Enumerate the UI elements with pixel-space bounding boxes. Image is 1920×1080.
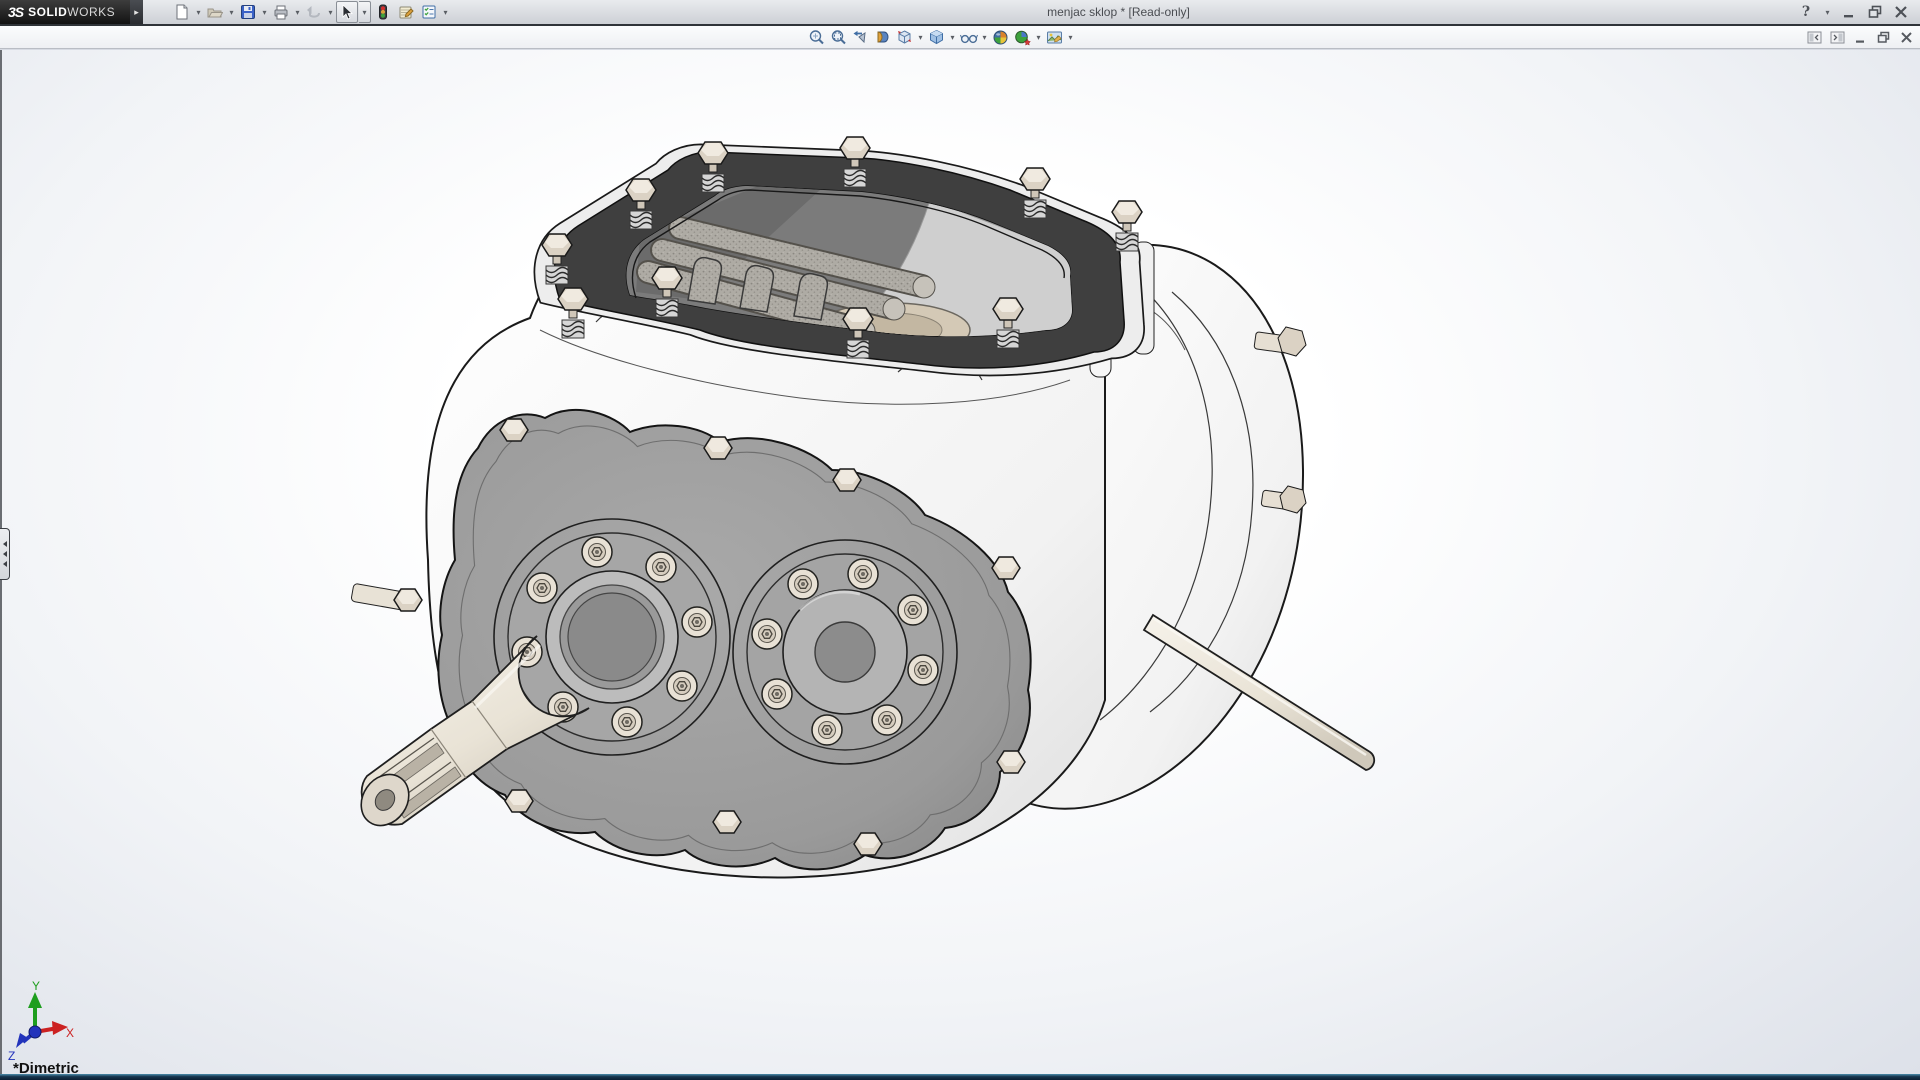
3ds-logo-icon: 3S (8, 4, 23, 20)
hide-show-dropdown[interactable]: ▾ (980, 33, 989, 42)
window-title: menjac sklop * [Read-only] (450, 0, 1787, 24)
model-canvas[interactable]: Y X Z *Dimetric (0, 50, 1920, 1074)
minimize-button[interactable] (1840, 3, 1858, 21)
edit-appearance-scene-button[interactable] (1044, 27, 1065, 47)
hide-show-items-button[interactable] (958, 27, 979, 47)
zoom-to-fit-button[interactable] (806, 27, 827, 47)
document-window-controls (1806, 26, 1914, 48)
window-controls: ? ▾ (1787, 0, 1920, 24)
gearbox-model (351, 137, 1374, 877)
notepad-pencil-icon (398, 4, 414, 20)
options-checklist-icon (421, 4, 437, 20)
minimize-icon (1842, 5, 1856, 19)
new-dropdown[interactable]: ▾ (194, 8, 203, 17)
help-button[interactable]: ? (1797, 3, 1815, 21)
view-orientation-button[interactable] (894, 27, 915, 47)
standard-toolbar: ▾ ▾ ▾ ▾ ▾ ▾ ▾ (143, 0, 450, 24)
doc-minimize-button[interactable] (1852, 29, 1868, 45)
headsup-view-toolbar: ▾ ▾ ▾ ▾ ▾ (806, 26, 1075, 48)
previous-view-button[interactable] (850, 27, 871, 47)
apply-scene-button[interactable] (990, 27, 1011, 47)
print-icon (273, 4, 289, 20)
open-folder-icon (207, 4, 223, 20)
options-button[interactable] (418, 1, 440, 23)
apply-scene-icon (992, 29, 1009, 46)
solidworks-logo: 3S SOLIDWORKS (0, 0, 130, 24)
doc-minimize-icon (1854, 31, 1867, 44)
view-settings-icon (1014, 29, 1031, 46)
pane-left-icon (1807, 31, 1822, 44)
triad-origin (29, 1026, 41, 1038)
restore-button[interactable] (1866, 3, 1884, 21)
menubar-row: ▾ ▾ ▾ ▾ ▾ (0, 26, 1920, 49)
menu-expand-tab[interactable]: ▸ (130, 0, 143, 24)
select-dropdown[interactable]: ▾ (359, 1, 371, 23)
section-view-button[interactable] (872, 27, 893, 47)
print-dropdown[interactable]: ▾ (293, 8, 302, 17)
undo-dropdown[interactable]: ▾ (326, 8, 335, 17)
traffic-light-icon (375, 4, 391, 20)
pane-right-button[interactable] (1829, 29, 1845, 45)
graphics-viewport[interactable]: Y X Z *Dimetric (0, 50, 1920, 1074)
edit-appearance-dropdown[interactable]: ▾ (1066, 33, 1075, 42)
undo-button[interactable] (303, 1, 325, 23)
zoom-to-area-button[interactable] (828, 27, 849, 47)
eyeglasses-icon (960, 29, 978, 46)
doc-restore-button[interactable] (1875, 29, 1891, 45)
y-axis-label: Y (32, 979, 40, 993)
previous-view-icon (852, 29, 869, 46)
orientation-triad: Y X Z (8, 979, 74, 1063)
select-cursor-icon (339, 4, 355, 20)
titlebar: 3S SOLIDWORKS ▸ ▾ ▾ ▾ ▾ ▾ ▾ ▾ menja (0, 0, 1920, 26)
zoom-to-fit-icon (808, 29, 825, 46)
edit-appearance-button[interactable] (395, 1, 417, 23)
options-dropdown[interactable]: ▾ (441, 8, 450, 17)
brand-works: WORKS (67, 5, 115, 19)
appearance-frame-icon (1046, 29, 1063, 46)
brand-name: SOLIDWORKS (28, 5, 115, 19)
zoom-to-area-icon (830, 29, 847, 46)
brand-solid: SOLID (28, 5, 67, 19)
display-style-dropdown[interactable]: ▾ (948, 33, 957, 42)
close-button[interactable] (1892, 3, 1910, 21)
pane-left-button[interactable] (1806, 29, 1822, 45)
display-style-button[interactable] (926, 27, 947, 47)
section-view-icon (874, 29, 891, 46)
print-button[interactable] (270, 1, 292, 23)
undo-icon (306, 4, 322, 20)
new-document-icon (174, 4, 190, 20)
y-axis-arrow (28, 992, 42, 1008)
open-button[interactable] (204, 1, 226, 23)
open-dropdown[interactable]: ▾ (227, 8, 236, 17)
save-floppy-icon (240, 4, 256, 20)
save-button[interactable] (237, 1, 259, 23)
restore-icon (1868, 5, 1882, 19)
doc-close-icon (1900, 31, 1913, 44)
save-dropdown[interactable]: ▾ (260, 8, 269, 17)
new-document-button[interactable] (171, 1, 193, 23)
doc-close-button[interactable] (1898, 29, 1914, 45)
view-orientation-icon (896, 29, 913, 46)
pane-right-icon (1830, 31, 1845, 44)
rebuild-button[interactable] (372, 1, 394, 23)
view-orientation-label: *Dimetric (13, 1060, 79, 1074)
view-orientation-dropdown[interactable]: ▾ (916, 33, 925, 42)
x-axis-label: X (66, 1026, 74, 1040)
doc-restore-icon (1877, 31, 1890, 44)
view-settings-button[interactable] (1012, 27, 1033, 47)
display-style-icon (928, 29, 945, 46)
view-settings-dropdown[interactable]: ▾ (1034, 33, 1043, 42)
close-icon (1894, 5, 1908, 19)
help-dropdown[interactable]: ▾ (1823, 8, 1832, 17)
select-tool-button[interactable] (336, 1, 358, 23)
taskbar-edge (0, 1074, 1920, 1080)
